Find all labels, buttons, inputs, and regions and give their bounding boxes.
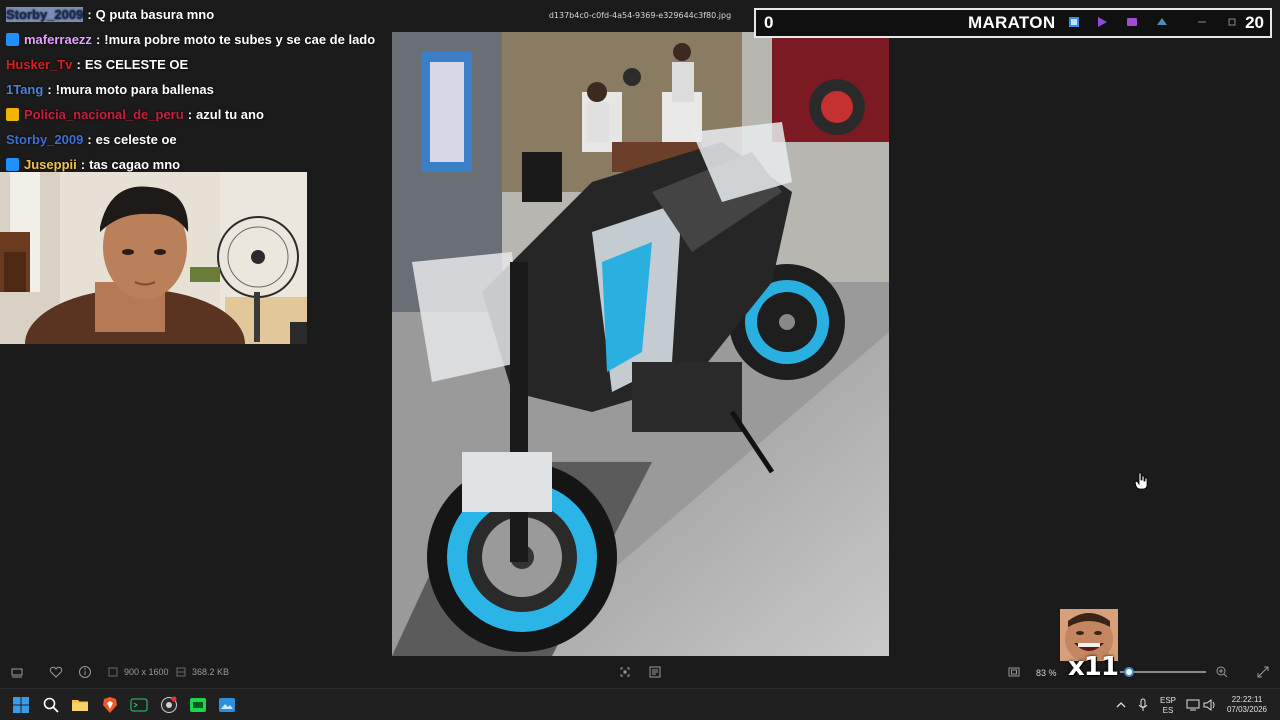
terminal-icon[interactable] — [130, 696, 148, 714]
chat-username[interactable]: Policia_nacional_de_peru — [24, 107, 184, 122]
chat-badge-icon — [6, 33, 19, 46]
filmstrip-button[interactable] — [10, 665, 24, 679]
file-size: 368.2 KB — [192, 667, 230, 677]
chat-separator: : — [87, 132, 92, 147]
network-icon[interactable] — [1184, 696, 1202, 714]
hand-cursor-icon — [1134, 472, 1148, 490]
obs-icon[interactable] — [160, 696, 178, 714]
file-explorer-icon[interactable] — [71, 696, 89, 714]
chat-message: Storby_2009: es celeste oe — [0, 129, 390, 154]
chat-message-text: ES CELESTE OE — [84, 57, 189, 72]
clock[interactable]: 22:22:11 07/03/2026 — [1222, 695, 1272, 715]
fit-window-icon — [1008, 667, 1020, 677]
zoom-slider-handle[interactable] — [1123, 667, 1134, 677]
maraton-title: MARATON — [968, 13, 1056, 32]
chat-separator: : — [187, 107, 193, 122]
expand-icon — [1257, 666, 1269, 678]
keyboard-layout: ES — [1162, 706, 1174, 715]
dimensions-info: 900 x 1600 — [106, 665, 169, 679]
chat-username[interactable]: 1Tang — [6, 82, 43, 97]
language-code: ESP — [1159, 696, 1176, 705]
screen: d137b4c0-c0fd-4a54-9369-e329644c3f80.jpg… — [0, 0, 1280, 720]
filmstrip-icon — [11, 668, 23, 678]
maximize-icon[interactable] — [1226, 16, 1238, 28]
filesize-info: 368.2 KB — [174, 665, 229, 679]
microphone-icon[interactable] — [1134, 696, 1152, 714]
chat-message-text: Q puta basura mno — [95, 7, 215, 22]
chat-username[interactable]: maferraezz — [24, 32, 92, 47]
chat-separator: : — [87, 7, 92, 22]
app-icon-teal — [1157, 18, 1167, 25]
info-button[interactable] — [78, 665, 92, 679]
clock-time: 22:22:11 — [1231, 695, 1263, 704]
chat-badge-icon — [6, 108, 19, 121]
chat-message-text: azul tu ano — [196, 107, 264, 122]
chat-message: 1Tang: !mura moto para ballenas — [0, 79, 390, 104]
chat-message: Husker_Tv: ES CELESTE OE — [0, 54, 390, 79]
zoom-in-button[interactable] — [1215, 665, 1229, 679]
volume-icon[interactable] — [1201, 696, 1219, 714]
brave-browser-icon[interactable] — [101, 696, 119, 714]
chat-badge-icon — [6, 158, 19, 171]
windows-start-icon[interactable] — [12, 696, 30, 714]
motorcycle-photo[interactable] — [392, 32, 889, 656]
windows-taskbar: ESP ES 22:22:11 07/03/2026 — [0, 688, 1280, 720]
app-icon-purple — [1098, 17, 1107, 27]
chat-message-text: es celeste oe — [95, 132, 177, 147]
chat-separator: : — [47, 82, 52, 97]
chat-message-text: !mura pobre moto te subes y se cae de la… — [104, 32, 376, 47]
webcam-feed — [0, 172, 307, 344]
chat-separator: : — [95, 32, 101, 47]
scan-text-icon — [649, 666, 661, 678]
maraton-left-value: 0 — [764, 13, 774, 32]
minimize-icon[interactable] — [1196, 16, 1208, 28]
zoom-in-icon — [1216, 666, 1228, 678]
chat-overlay: Storby_2009: Q puta basura mno maferraezz:… — [0, 4, 390, 179]
image-filename: d137b4c0-c0fd-4a54-9369-e329644c3f80.jpg — [548, 11, 732, 20]
maraton-right-value: 20 — [1245, 13, 1264, 32]
chat-username[interactable]: Juseppii — [24, 157, 77, 172]
language-indicator[interactable]: ESP ES — [1158, 696, 1178, 716]
chat-username[interactable]: Storby_2009 — [6, 7, 84, 22]
file-size-icon — [176, 667, 186, 677]
clock-date: 07/03/2026 — [1226, 705, 1268, 714]
heart-icon — [49, 666, 63, 678]
photos-app-icon[interactable] — [218, 696, 236, 714]
text-scan-button[interactable] — [648, 665, 662, 679]
chat-username[interactable]: Storby_2009 — [6, 132, 83, 147]
zoom-level: 83 % — [1036, 668, 1057, 678]
image-dimensions: 900 x 1600 — [124, 667, 169, 677]
chat-message-text: !mura moto para ballenas — [55, 82, 214, 97]
info-icon — [79, 666, 91, 678]
crop-button[interactable] — [618, 665, 632, 679]
search-icon[interactable] — [42, 696, 60, 714]
crop-icon — [620, 667, 630, 677]
chat-separator: : — [80, 157, 86, 172]
chat-message-text: tas cagao mno — [89, 157, 181, 172]
webcam-image — [0, 172, 307, 344]
image-size-icon — [108, 667, 118, 677]
chat-message: Storby_2009: Q puta basura mno — [0, 4, 390, 29]
app-icon-blue — [1069, 17, 1079, 27]
chat-message: maferraezz: !mura pobre moto te subes y s… — [0, 29, 390, 54]
chat-username[interactable]: Husker_Tv — [6, 57, 72, 72]
chat-message: Policia_nacional_de_peru: azul tu ano — [0, 104, 390, 129]
photo-image — [392, 32, 889, 656]
viewer-toolbar: 900 x 1600 368.2 KB 83 % — [0, 660, 1280, 686]
green-app-icon[interactable] — [189, 696, 207, 714]
fullscreen-button[interactable] — [1256, 665, 1270, 679]
fit-to-window-button[interactable] — [1007, 665, 1021, 679]
maraton-counter: 0 MARATON 20 — [754, 8, 1272, 38]
app-icon-violet — [1127, 18, 1137, 26]
chevron-up-icon[interactable] — [1112, 696, 1130, 714]
favorite-button[interactable] — [49, 665, 63, 679]
chat-separator: : — [76, 57, 81, 72]
